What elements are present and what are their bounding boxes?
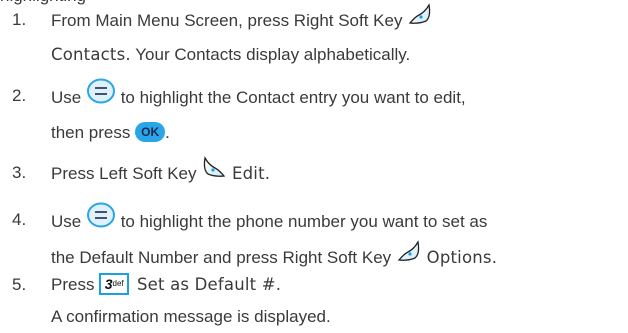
step-number: 5. — [12, 275, 27, 294]
left-soft-key-icon — [201, 155, 227, 190]
ok-key-icon: OK — [135, 121, 166, 142]
step-number: 1. — [12, 10, 27, 29]
step-text: to highlight the Contact entry you want … — [120, 87, 466, 107]
step-text: the Default Number and press Right Soft … — [51, 247, 392, 267]
step-text: Press — [51, 275, 95, 294]
step-number: 2. — [12, 86, 27, 105]
navigation-key-icon — [86, 78, 116, 115]
display-text-set-as-default: Set as Default #. — [136, 275, 282, 294]
step-number: 3. — [12, 163, 27, 182]
step-text: A confirmation message is displayed. — [51, 307, 331, 326]
navigation-key-icon — [86, 202, 116, 239]
step-text: Use — [51, 211, 82, 231]
display-text-options: Options. — [426, 247, 498, 267]
right-soft-key-icon — [407, 2, 433, 37]
step-text: Press Left Soft Key — [51, 163, 197, 183]
key-3-def-icon: 3def — [99, 272, 130, 295]
display-text-contacts: Contacts. — [51, 45, 131, 64]
display-text-edit: Edit. — [231, 163, 271, 183]
step-text: to highlight the phone number you want t… — [120, 211, 488, 231]
step-text: Your Contacts display alphabetically. — [135, 45, 411, 64]
step-number: 4. — [12, 210, 27, 229]
step-text: From Main Menu Screen, press Right Soft … — [51, 10, 403, 30]
step-text: then press — [51, 123, 131, 142]
step-text: Use — [51, 87, 82, 107]
